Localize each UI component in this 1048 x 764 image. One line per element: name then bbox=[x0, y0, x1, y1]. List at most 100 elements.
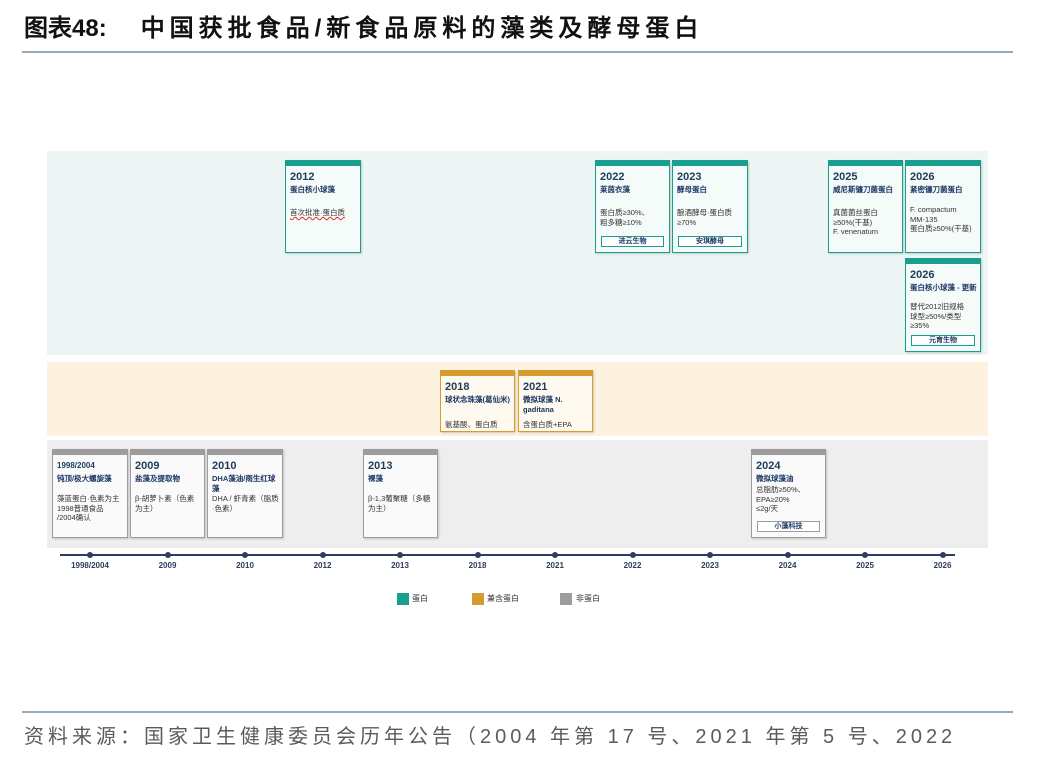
card-year: 2026 bbox=[910, 171, 935, 183]
card-description-line: β-胡萝卜素（色素为主） bbox=[135, 494, 195, 513]
card-year: 2024 bbox=[756, 460, 781, 472]
axis-label: 1998/2004 bbox=[71, 561, 109, 570]
axis-label: 2012 bbox=[313, 561, 332, 570]
axis-tick bbox=[164, 552, 171, 558]
card-material-name: 蛋白核小球藻 bbox=[290, 185, 335, 194]
card-2013-euglena: 2013 裸藻 β-1,3葡聚糖（多糖为主） bbox=[363, 449, 438, 538]
card-1998-2004-spirulina: 1998/2004 钝顶/极大螺旋藻 藻蓝蛋白·色素为主 1998普通食品 /2… bbox=[52, 449, 128, 538]
card-description-line: 粗多糖≥10% bbox=[600, 217, 642, 227]
card-description-line: EPA≥20% bbox=[756, 494, 790, 504]
card-2026-fusarium-compactum: 2026 紧密镰刀菌蛋白 F. compactum MM-135 蛋白质≥50%… bbox=[905, 160, 981, 253]
card-year: 2013 bbox=[368, 460, 393, 472]
card-description-line: 1998普通食品 bbox=[57, 503, 104, 513]
figure-title: 中国获批食品/新食品原料的藻类及酵母蛋白 bbox=[140, 15, 704, 42]
card-top-bar bbox=[673, 161, 747, 166]
company-badge: 小藻科技 bbox=[757, 521, 820, 532]
card-2024-nannochloropsis-oil: 2024 微拟球藻油 总脂肪≥50%、 EPA≥20% ≤2g/天 小藻科技 bbox=[751, 449, 826, 538]
axis-label: 2009 bbox=[158, 561, 177, 570]
card-top-bar bbox=[131, 450, 204, 455]
card-material-name: 微拟球藻油 bbox=[756, 474, 794, 483]
card-description: β-1,3葡聚糖（多糖为主） bbox=[368, 494, 434, 513]
card-description: β-胡萝卜素（色素为主） bbox=[135, 494, 201, 513]
axis-tick bbox=[939, 552, 946, 558]
card-description: 藻蓝蛋白·色素为主 1998普通食品 /2004确认 bbox=[57, 494, 124, 523]
axis-tick bbox=[552, 552, 558, 558]
axis-tick bbox=[242, 552, 248, 558]
axis-label: 2023 bbox=[701, 561, 719, 570]
card-description-line: 替代2012旧规格 bbox=[910, 302, 965, 311]
card-description: F. compactum MM-135 蛋白质≥50%(干基) bbox=[910, 205, 977, 234]
axis-label: 2025 bbox=[856, 561, 874, 570]
card-2026-chlorella-update: 2026 蛋白核小球藻 - 更新 替代2012旧规格 球型≥50%/类型 ≥35… bbox=[905, 258, 981, 352]
card-description-line: MM-135 bbox=[910, 214, 938, 224]
card-year: 2009 bbox=[135, 460, 160, 472]
card-description-line: ≥35% bbox=[910, 321, 930, 330]
card-description: 首次批准·蛋白质 bbox=[290, 208, 357, 218]
card-2025-fusarium-venenatum: 2025 威尼斯镰刀菌蛋白 真菌菌丝蛋白 ≥50%(干基) F. venenat… bbox=[828, 160, 903, 253]
legend-swatch-protein bbox=[397, 593, 409, 605]
card-description: 含蛋白质+EPA bbox=[523, 420, 589, 430]
axis-tick bbox=[397, 552, 403, 558]
axis-label: 2013 bbox=[391, 561, 409, 570]
legend-label-non-protein: 非蛋白 bbox=[576, 594, 600, 603]
card-2023-yeast-protein: 2023 酵母蛋白 酿酒酵母·蛋白质 ≥70% 安琪酵母 bbox=[672, 160, 748, 253]
axis-label: 2010 bbox=[236, 561, 254, 570]
card-description-line: 真菌菌丝蛋白 bbox=[833, 208, 878, 217]
card-year: 2025 bbox=[833, 171, 858, 183]
card-2009-dunaliella: 2009 盐藻及提取物 β-胡萝卜素（色素为主） bbox=[130, 449, 205, 538]
figure-title-bar: 图表48: 中国获批食品/新食品原料的藻类及酵母蛋白 bbox=[24, 13, 703, 45]
card-top-bar bbox=[519, 371, 592, 376]
card-description-line: β-1,3葡聚糖（多糖为主） bbox=[368, 494, 431, 513]
figure-label: 图表48: bbox=[24, 15, 107, 42]
legend-label-protein: 蛋白 bbox=[412, 594, 428, 603]
axis-label: 2026 bbox=[933, 561, 952, 570]
card-material-name: 蛋白核小球藻 - 更新 bbox=[910, 283, 977, 292]
source-note: 资料来源：国家卫生健康委员会历年公告（2004 年第 17 号、2021 年第 … bbox=[24, 726, 957, 748]
card-top-bar bbox=[441, 371, 514, 376]
source-divider bbox=[22, 711, 1013, 713]
card-description-line: ≤2g/天 bbox=[756, 504, 779, 513]
legend-swatch-partial-protein bbox=[472, 593, 484, 605]
axis-label: 2022 bbox=[623, 561, 642, 570]
card-2010-dha-algal-oil: 2010 DHA藻油/雨生红球藻 DHA / 虾青素（脂质·色素） bbox=[207, 449, 283, 538]
card-top-bar bbox=[829, 161, 902, 166]
card-year: 2026 bbox=[910, 269, 935, 281]
card-top-bar bbox=[208, 450, 282, 455]
card-2021-nannochloropsis: 2021 微拟球藻 N. gaditana 含蛋白质+EPA bbox=[518, 370, 593, 432]
card-year: 2021 bbox=[523, 381, 548, 393]
card-year: 2022 bbox=[600, 171, 625, 183]
card-description: 替代2012旧规格 球型≥50%/类型 ≥35% bbox=[910, 302, 977, 331]
axis-tick bbox=[707, 552, 713, 558]
title-divider bbox=[22, 51, 1013, 53]
axis-tick bbox=[629, 552, 636, 558]
card-2018-nostoc: 2018 球状念珠藻(葛仙米) 氨基酸、蛋白质 bbox=[440, 370, 515, 432]
card-material-name: 酵母蛋白 bbox=[677, 185, 707, 194]
card-description-line: F. compactum bbox=[910, 205, 957, 214]
figure-page: 图表48: 中国获批食品/新食品原料的藻类及酵母蛋白 1998/2004 钝顶/极… bbox=[0, 0, 1048, 764]
card-description-line: DHA / 虾青素（脂质·色素） bbox=[212, 494, 279, 513]
card-year: 1998/2004 bbox=[57, 461, 95, 470]
card-top-bar bbox=[906, 259, 980, 264]
card-top-bar bbox=[752, 450, 825, 455]
card-description-line: 总脂肪≥50%、 bbox=[756, 485, 806, 494]
company-badge: 元育生物 bbox=[911, 335, 975, 346]
card-material-name: 钝顶/极大螺旋藻 bbox=[57, 474, 112, 483]
card-top-bar bbox=[364, 450, 437, 455]
card-year: 2012 bbox=[290, 171, 315, 183]
card-description-line: ≥70% bbox=[677, 217, 697, 227]
card-top-bar bbox=[53, 450, 127, 455]
company-badge: 进云生物 bbox=[601, 236, 664, 247]
card-description: 蛋白质≥30%、 粗多糖≥10% bbox=[600, 208, 666, 227]
card-year: 2023 bbox=[677, 171, 702, 183]
card-description-line: 藻蓝蛋白·色素为主 bbox=[57, 494, 120, 503]
card-description-line: ≥50%(干基) bbox=[833, 217, 873, 227]
card-description-line: 酿酒酵母·蛋白质 bbox=[677, 208, 732, 217]
card-description-line: 氨基酸、蛋白质 bbox=[445, 420, 498, 429]
axis-tick bbox=[784, 552, 791, 558]
card-description-line: 含蛋白质+EPA bbox=[523, 420, 572, 429]
legend-label-partial-protein: 兼含蛋白 bbox=[487, 594, 519, 603]
card-description-line: /2004确认 bbox=[57, 513, 91, 522]
card-description-line: 首次批准·蛋白质 bbox=[290, 208, 345, 217]
card-material-name: 裸藻 bbox=[368, 474, 383, 483]
axis-tick bbox=[862, 552, 868, 558]
